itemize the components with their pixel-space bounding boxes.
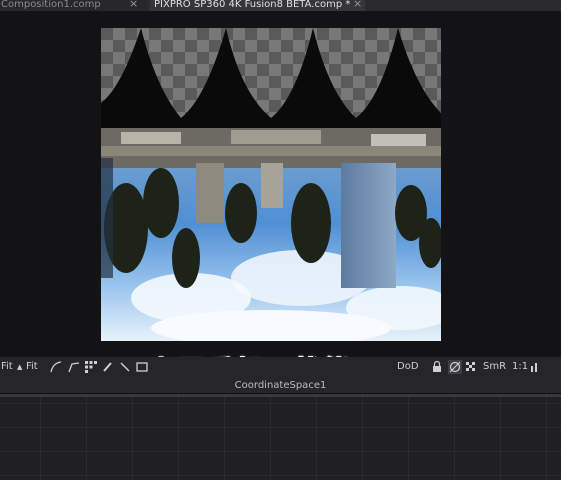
bspline-icon[interactable]	[67, 360, 81, 374]
close-icon[interactable]: ×	[353, 0, 362, 9]
tab-label: Composition1.comp	[1, 0, 101, 10]
polyline-icon[interactable]	[49, 360, 63, 374]
fit-dropdown-left[interactable]: Fit	[1, 361, 13, 372]
tab-bar: Composition1.comp × PIXPRO SP360 4K Fusi…	[0, 0, 561, 11]
rectangle-icon[interactable]	[135, 360, 149, 374]
level-icon[interactable]	[528, 360, 542, 374]
dod-button[interactable]: DoD	[397, 361, 419, 372]
roi-icon[interactable]	[448, 360, 462, 374]
fit-dropdown-right[interactable]: Fit	[26, 361, 38, 372]
tab-pixpro-comp[interactable]: PIXPRO SP360 4K Fusion8 BETA.comp * ×	[150, 0, 365, 11]
node-flow-area[interactable]	[0, 397, 561, 480]
tab-composition1[interactable]: Composition1.comp ×	[0, 0, 147, 11]
close-icon[interactable]: ×	[129, 0, 138, 9]
grid-icon[interactable]	[84, 360, 98, 374]
viewer-image	[101, 28, 441, 341]
checker-icon[interactable]	[464, 360, 478, 374]
eyedropper-icon[interactable]	[101, 360, 115, 374]
triangle-up-icon: ▲	[17, 363, 23, 371]
upside-down-360-photo	[101, 28, 441, 341]
viewer-toolbar: Fit ▲ Fit DoD SmR 1:1	[0, 357, 561, 379]
tab-label: PIXPRO SP360 4K Fusion8 BETA.comp *	[154, 0, 351, 10]
lock-icon[interactable]	[430, 360, 444, 374]
ratio-button[interactable]: 1:1	[512, 361, 528, 372]
smr-button[interactable]: SmR	[483, 361, 506, 372]
viewer-node-label: CoordinateSpace1	[0, 379, 561, 393]
pen-icon[interactable]	[118, 360, 132, 374]
viewer[interactable]: 上下反転の状態	[0, 11, 561, 389]
